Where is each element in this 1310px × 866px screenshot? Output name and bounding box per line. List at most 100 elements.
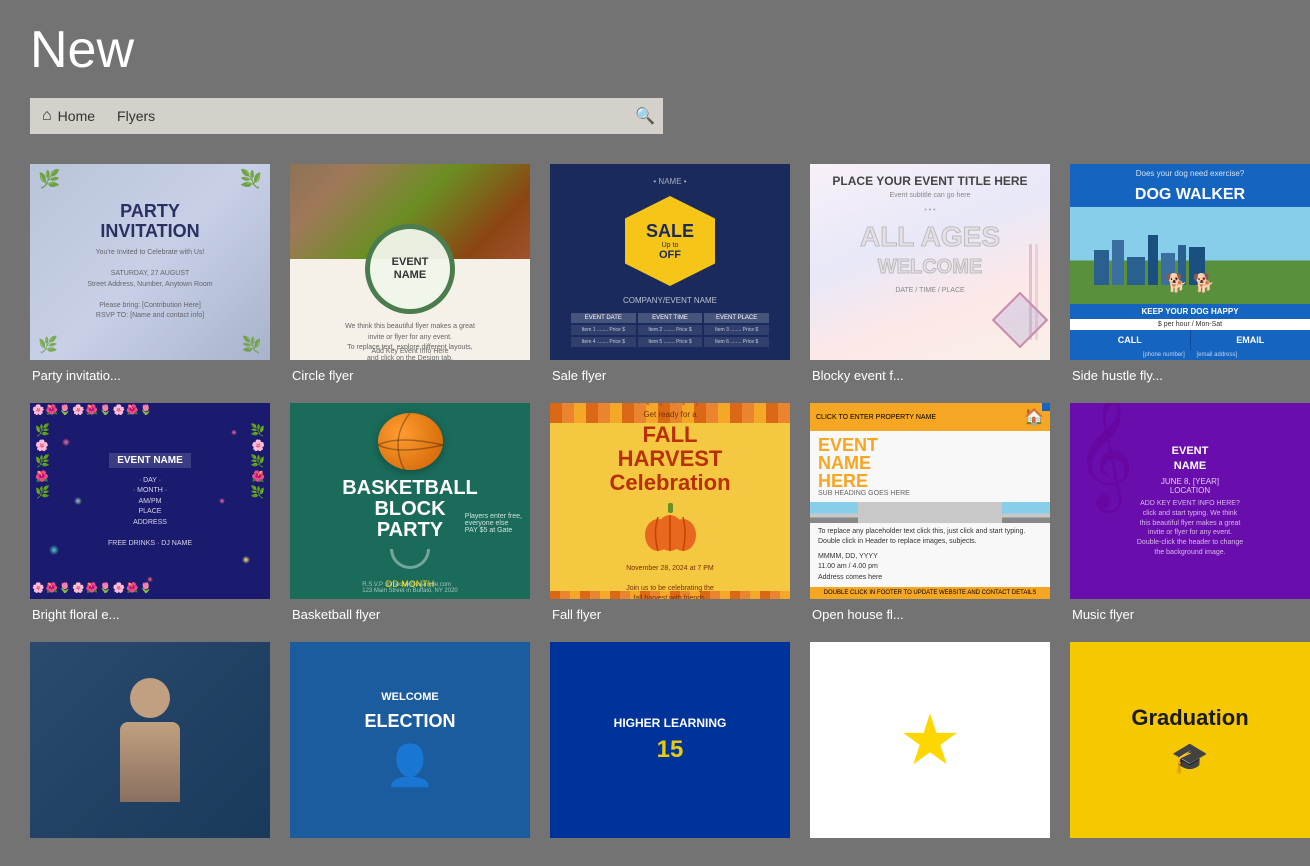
fall-pumpkin xyxy=(643,503,698,558)
music-treble-icon: 𝄞 xyxy=(1075,403,1134,509)
template-portrait[interactable] xyxy=(30,642,270,846)
template-blocky-event[interactable]: PLACE YOUR EVENT TITLE HERE Event subtit… xyxy=(810,164,1050,383)
template-thumb-election: WELCOME ELECTION 👤 xyxy=(290,642,530,838)
graduation-text: Graduation xyxy=(1131,705,1248,731)
graduation-content: Graduation 🎓 xyxy=(1070,642,1310,838)
template-thumb-dog: Does your dog need exercise? DOG WALKER xyxy=(1070,164,1310,360)
basketball-ball xyxy=(378,413,443,470)
templates-grid: 🌿 🌿 🌿 🌿 PARTYINVITATION You're Invited t… xyxy=(0,144,1310,866)
higher-number: 15 xyxy=(657,736,684,764)
template-party-invitation[interactable]: 🌿 🌿 🌿 🌿 PARTYINVITATION You're Invited t… xyxy=(30,164,270,383)
party-subtitle: You're Invited to Celebrate with Us!SATU… xyxy=(87,248,212,322)
oh-header-text: CLICK TO ENTER PROPERTY NAME xyxy=(816,414,936,421)
higher-content: HIGHER LEARNING 15 xyxy=(550,642,790,838)
floral-details: · DAY ·· MONTH ·AM/PMPLACEADDRESSFREE DR… xyxy=(108,476,192,550)
template-thumb-music: 𝄞 EVENTNAME JUNE 8, [YEAR]LOCATION ADD K… xyxy=(1070,403,1310,599)
notification-dot xyxy=(1042,403,1050,411)
star-icon: ★ xyxy=(899,699,962,781)
circle-event-name: EVENTNAME xyxy=(392,256,429,282)
template-circle-flyer[interactable]: EVENTNAME We think this beautiful flyer … xyxy=(290,164,530,383)
search-bar: ⌂ Home 🔍 xyxy=(30,98,1280,134)
dog-address: [phone number] [email address] xyxy=(1070,350,1310,360)
blocky-sub: Event subtitle can go here xyxy=(890,192,971,199)
template-thumb-star: ★ xyxy=(810,642,1050,838)
dog-email: EMAIL xyxy=(1191,330,1310,350)
leaf-tr-icon: 🌿 xyxy=(240,169,262,190)
template-thumb-graduation: Graduation 🎓 xyxy=(1070,642,1310,838)
graduation-cap-icon: 🎓 xyxy=(1171,741,1208,776)
floral-label: Bright floral e... xyxy=(30,607,270,622)
dog-icons: 🐕 🐕 xyxy=(1165,273,1215,294)
oh-photo xyxy=(810,502,1050,523)
portrait-person xyxy=(120,678,180,802)
blocky-diamond xyxy=(992,292,1049,349)
template-music-flyer[interactable]: 𝄞 EVENTNAME JUNE 8, [YEAR]LOCATION ADD K… xyxy=(1070,403,1310,622)
template-thumb-sale: • NAME • SALE Up to OFF COMPANY/EVENT NA… xyxy=(550,164,790,360)
template-thumb-openhouse: CLICK TO ENTER PROPERTY NAME 🏠 EVENTNAME… xyxy=(810,403,1050,599)
circle-label: Circle flyer xyxy=(290,368,530,383)
template-thumb-circle: EVENTNAME We think this beautiful flyer … xyxy=(290,164,530,360)
portrait-content xyxy=(30,642,270,838)
election-content: WELCOME ELECTION 👤 xyxy=(290,642,530,838)
higher-text: HIGHER LEARNING xyxy=(614,716,727,730)
music-details: ADD KEY EVENT INFO HERE?click and start … xyxy=(1137,499,1243,558)
template-bright-floral[interactable]: 🌸🌺🌷🌸🌺🌷🌸🌺🌷 🌸🌺🌷🌸🌺🌷🌸🌺🌷 🌿🌸🌿🌺🌿 🌿🌸🌿🌺🌿 EVENT NA… xyxy=(30,403,270,622)
home-label: Home xyxy=(58,108,95,124)
search-input[interactable] xyxy=(107,98,627,134)
floral-right: 🌿🌸🌿🌺🌿 xyxy=(250,423,265,579)
oh-bottom-bar: DOUBLE CLICK IN FOOTER TO UPDATE WEBSITE… xyxy=(810,587,1050,599)
blocky-all-ages: ALL AGES xyxy=(860,223,1000,251)
sale-name-label: • NAME • xyxy=(653,177,686,186)
template-thumb-basketball: BASKETBALLBLOCKPARTY DD MONTH Players en… xyxy=(290,403,530,599)
template-star[interactable]: ★ xyxy=(810,642,1050,846)
home-button[interactable]: ⌂ Home xyxy=(30,98,107,134)
template-thumb-higher: HIGHER LEARNING 15 xyxy=(550,642,790,838)
oh-details: To replace any placeholder text click th… xyxy=(810,523,1050,588)
floral-top-border: 🌸🌺🌷🌸🌺🌷🌸🌺🌷 xyxy=(30,403,270,421)
oh-house-icon: 🏠 xyxy=(1024,407,1044,427)
basketball-rsvp: R.S.V.P someone@example.com123 Main Stre… xyxy=(362,582,458,594)
fall-title: FALLHARVESTCelebration xyxy=(609,423,730,496)
election-person-icon: 👤 xyxy=(385,742,435,789)
election-text: ELECTION xyxy=(364,711,455,732)
template-thumb-fall: 🍂🍁🍂🍁 Get ready for a FALLHARVESTCelebrat… xyxy=(550,403,790,599)
template-graduation[interactable]: Graduation 🎓 xyxy=(1070,642,1310,846)
fall-get-ready: Get ready for a xyxy=(643,410,696,419)
dog-city-area: 🐕 🐕 xyxy=(1070,207,1310,304)
template-higher-learning[interactable]: HIGHER LEARNING 15 xyxy=(550,642,790,846)
page-header: New ⌂ Home 🔍 xyxy=(0,0,1310,144)
leaf-br-icon: 🌿 xyxy=(242,335,262,355)
template-thumb-floral: 🌸🌺🌷🌸🌺🌷🌸🌺🌷 🌸🌺🌷🌸🌺🌷🌸🌺🌷 🌿🌸🌿🌺🌿 🌿🌸🌿🌺🌿 EVENT NA… xyxy=(30,403,270,599)
template-election[interactable]: WELCOME ELECTION 👤 xyxy=(290,642,530,846)
dog-label: Side hustle fly... xyxy=(1070,368,1310,383)
home-icon: ⌂ xyxy=(42,107,52,125)
dog-call: CALL xyxy=(1070,330,1191,350)
search-button[interactable]: 🔍 xyxy=(627,98,663,134)
oh-event-name: EVENTNAMEHERE xyxy=(818,436,1042,490)
basketball-hoop xyxy=(385,549,435,575)
circle-badge: EVENTNAME xyxy=(365,224,455,314)
music-label: Music flyer xyxy=(1070,607,1310,622)
circle-details: We think this beautiful flyer makes a gr… xyxy=(335,322,485,360)
search-icon: 🔍 xyxy=(635,106,655,126)
oh-top-bar: CLICK TO ENTER PROPERTY NAME 🏠 xyxy=(810,403,1050,431)
template-sale-flyer[interactable]: • NAME • SALE Up to OFF COMPANY/EVENT NA… xyxy=(550,164,790,383)
dog-question: Does your dog need exercise? xyxy=(1070,164,1310,183)
basketball-players: Players enter free,everyone elsePAY $5 a… xyxy=(465,513,522,534)
template-fall-flyer[interactable]: 🍂🍁🍂🍁 Get ready for a FALLHARVESTCelebrat… xyxy=(550,403,790,622)
election-welcome: WELCOME xyxy=(381,691,438,703)
template-thumb-portrait xyxy=(30,642,270,838)
template-basketball[interactable]: BASKETBALLBLOCKPARTY DD MONTH Players en… xyxy=(290,403,530,622)
fall-date: November 28, 2024 at 7 PMJoin us to be c… xyxy=(626,564,714,599)
dog-happy: KEEP YOUR DOG HAPPY xyxy=(1070,304,1310,319)
oh-sub-heading: SUB HEADING GOES HERE xyxy=(818,490,1042,497)
blocky-welcome: WELCOME xyxy=(878,256,982,279)
fall-label: Fall flyer xyxy=(550,607,790,622)
oh-placeholder-text: To replace any placeholder text click th… xyxy=(818,527,1042,548)
oh-date-time: MMMM, DD, YYYY11.00 am / 4.00 pmAddress … xyxy=(818,552,1042,584)
fall-leaf-row: 🍂🍁🍂🍁 xyxy=(636,403,705,406)
sale-label: Sale flyer xyxy=(550,368,790,383)
template-dog-walker[interactable]: Does your dog need exercise? DOG WALKER xyxy=(1070,164,1310,383)
dog-contact: CALL EMAIL xyxy=(1070,330,1310,350)
template-open-house[interactable]: CLICK TO ENTER PROPERTY NAME 🏠 EVENTNAME… xyxy=(810,403,1050,622)
